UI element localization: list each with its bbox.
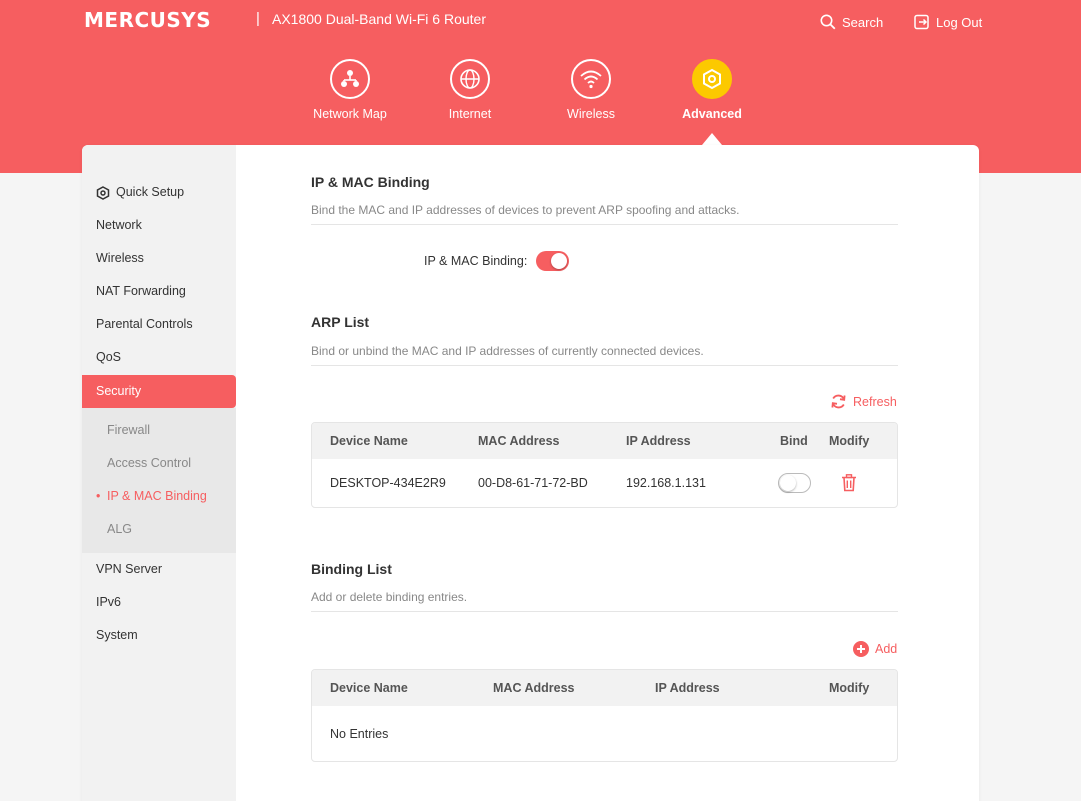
nav-label: Wireless (567, 107, 615, 121)
router-model: AX1800 Dual-Band Wi-Fi 6 Router (272, 11, 486, 27)
header-separator: | (256, 10, 260, 27)
divider (311, 611, 898, 612)
table-header: Device Name MAC Address IP Address Bind … (312, 423, 897, 459)
column-header-ip-address: IP Address (655, 681, 720, 695)
logout-button[interactable]: Log Out (914, 14, 982, 30)
sidebar-item-parental-controls[interactable]: Parental Controls (82, 308, 236, 341)
nav-label: Advanced (682, 107, 742, 121)
gear-icon (96, 185, 110, 200)
logout-label: Log Out (936, 14, 983, 30)
column-header-device-name: Device Name (330, 434, 408, 448)
table-empty-row: No Entries (312, 706, 897, 761)
sidebar-subitem-access-control[interactable]: Access Control (82, 447, 236, 480)
search-icon (820, 14, 836, 30)
table-header: Device Name MAC Address IP Address Modif… (312, 670, 897, 706)
sidebar-subitem-alg[interactable]: ALG (82, 513, 236, 546)
add-icon (853, 641, 869, 657)
sidebar-item-label: Quick Setup (116, 185, 185, 199)
network-map-icon (341, 70, 359, 87)
sidebar-item-vpn-server[interactable]: VPN Server (82, 553, 236, 586)
column-header-modify: Modify (829, 681, 870, 695)
column-header-modify: Modify (829, 434, 870, 448)
empty-state-text: No Entries (330, 727, 389, 741)
sidebar-subitem-firewall[interactable]: Firewall (82, 414, 236, 447)
nav-network-map[interactable]: Network Map (295, 59, 405, 121)
binding-section-title: IP & MAC Binding (311, 174, 430, 190)
binding-toggle[interactable] (536, 251, 570, 271)
binding-toggle-label: IP & MAC Binding: (424, 254, 528, 268)
sidebar-item-system[interactable]: System (82, 619, 236, 652)
table-row: DESKTOP-434E2R9 00-D8-61-71-72-BD 192.16… (312, 459, 897, 507)
binding-list-section-desc: Add or delete binding entries. (311, 590, 468, 604)
active-nav-pointer (702, 133, 722, 145)
cell-device-name: DESKTOP-434E2R9 (330, 476, 446, 490)
refresh-label: Refresh (853, 394, 897, 409)
main-panel: Quick Setup Network Wireless NAT Forward… (82, 145, 979, 801)
trash-icon[interactable] (841, 474, 857, 492)
nav-label: Network Map (313, 107, 387, 121)
toggle-knob (551, 253, 568, 269)
sidebar-item-quick-setup[interactable]: Quick Setup (82, 176, 236, 209)
column-header-mac-address: MAC Address (478, 434, 560, 448)
divider (311, 224, 898, 225)
sidebar: Quick Setup Network Wireless NAT Forward… (82, 145, 236, 801)
add-label: Add (875, 642, 898, 656)
cell-ip-address: 192.168.1.131 (626, 476, 706, 490)
refresh-icon (831, 394, 846, 409)
binding-table: Device Name MAC Address IP Address Modif… (311, 669, 898, 762)
nav-internet[interactable]: Internet (415, 59, 525, 121)
sidebar-item-nat-forwarding[interactable]: NAT Forwarding (82, 275, 236, 308)
cell-mac-address: 00-D8-61-71-72-BD (478, 476, 588, 490)
binding-section-desc: Bind the MAC and IP addresses of devices… (311, 203, 740, 217)
binding-list-section-title: Binding List (311, 561, 392, 577)
sidebar-item-security[interactable]: Security (82, 375, 236, 408)
column-header-bind: Bind (780, 434, 808, 448)
arp-section-desc: Bind or unbind the MAC and IP addresses … (311, 344, 704, 358)
column-header-ip-address: IP Address (626, 434, 691, 448)
security-submenu: Firewall Access Control IP & MAC Binding… (82, 408, 236, 553)
divider (311, 365, 898, 366)
globe-icon (460, 69, 480, 89)
sidebar-item-wireless[interactable]: Wireless (82, 242, 236, 275)
toggle-knob (780, 475, 796, 491)
refresh-button[interactable]: Refresh (830, 393, 897, 410)
logout-icon (914, 14, 929, 30)
gear-icon (703, 68, 721, 90)
brand-logo: MERCUSYS (84, 8, 212, 32)
bind-toggle[interactable] (778, 473, 811, 493)
column-header-device-name: Device Name (330, 681, 408, 695)
sidebar-item-ipv6[interactable]: IPv6 (82, 586, 236, 619)
sidebar-subitem-ip-mac-binding[interactable]: IP & MAC Binding (82, 480, 236, 513)
column-header-mac-address: MAC Address (493, 681, 575, 695)
sidebar-item-network[interactable]: Network (82, 209, 236, 242)
binding-toggle-row: IP & MAC Binding: (424, 251, 570, 271)
nav-wireless[interactable]: Wireless (536, 59, 646, 121)
nav-label: Internet (448, 107, 492, 121)
search-button[interactable]: Search (820, 14, 883, 30)
wifi-icon (580, 70, 602, 89)
sidebar-item-qos[interactable]: QoS (82, 341, 236, 374)
nav-advanced[interactable]: Advanced (657, 59, 767, 121)
add-button[interactable]: Add (853, 641, 897, 657)
arp-section-title: ARP List (311, 314, 370, 330)
search-label: Search (842, 14, 884, 30)
arp-table: Device Name MAC Address IP Address Bind … (311, 422, 898, 508)
